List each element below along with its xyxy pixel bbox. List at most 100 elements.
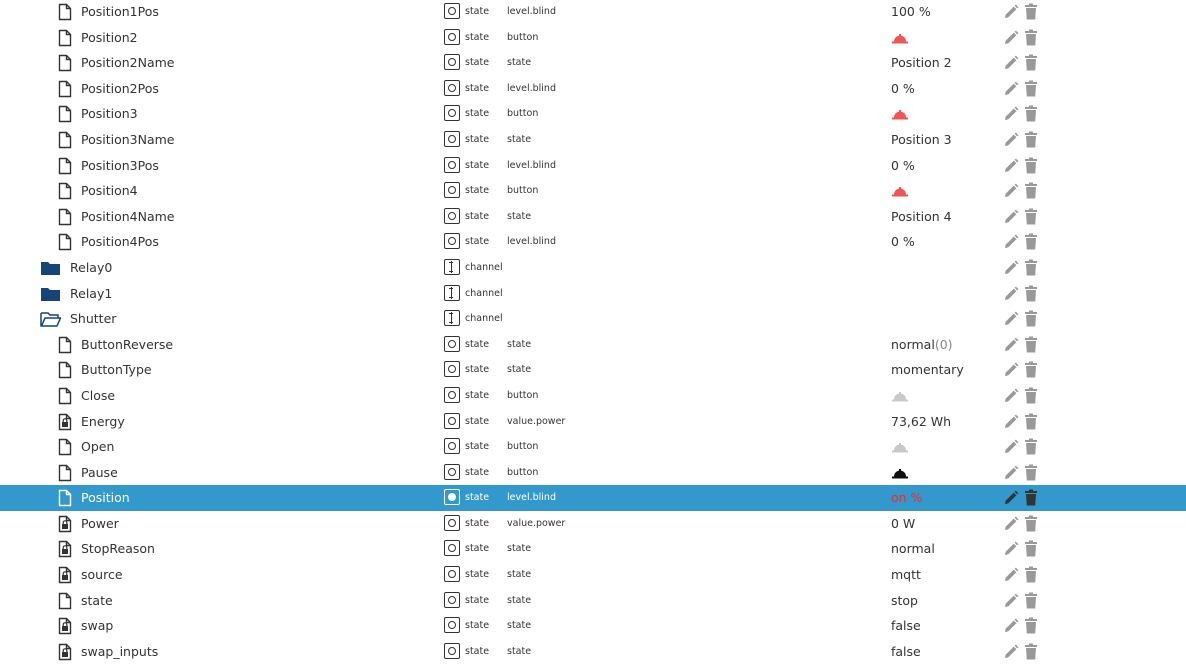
pencil-icon[interactable] xyxy=(1003,439,1019,455)
tree-state-row[interactable]: Energy state value.power 73,62 Wh xyxy=(0,409,1186,435)
trash-icon[interactable] xyxy=(1024,208,1038,225)
trash-icon[interactable] xyxy=(1024,259,1038,276)
object-value[interactable]: normal(0) xyxy=(891,337,953,352)
tree-state-row[interactable]: Open state button xyxy=(0,434,1186,460)
trash-icon[interactable] xyxy=(1024,310,1038,327)
pencil-icon[interactable] xyxy=(1003,209,1019,225)
object-value[interactable]: momentary xyxy=(891,362,964,377)
tree-state-row[interactable]: Position state level.blind on % xyxy=(0,485,1186,511)
trash-icon[interactable] xyxy=(1024,80,1038,97)
object-value[interactable]: 0 % xyxy=(891,234,915,249)
tree-state-row[interactable]: swap_inputs state state false xyxy=(0,639,1186,664)
tree-state-row[interactable]: Close state button xyxy=(0,383,1186,409)
pencil-icon[interactable] xyxy=(1003,567,1019,583)
tree-state-row[interactable]: Position4Pos state level.blind 0 % xyxy=(0,229,1186,255)
object-value[interactable]: 0 % xyxy=(891,81,915,96)
trash-icon[interactable] xyxy=(1024,233,1038,250)
trash-icon[interactable] xyxy=(1024,566,1038,583)
pencil-icon[interactable] xyxy=(1003,516,1019,532)
object-value[interactable]: 0 W xyxy=(891,516,915,531)
tree-state-row[interactable]: ButtonReverse state state normal(0) xyxy=(0,332,1186,358)
trash-icon[interactable] xyxy=(1024,157,1038,174)
pencil-icon[interactable] xyxy=(1003,490,1019,506)
trash-icon[interactable] xyxy=(1024,105,1038,122)
tree-folder-row[interactable]: Shutter channel xyxy=(0,306,1186,332)
trash-icon[interactable] xyxy=(1024,540,1038,557)
tree-state-row[interactable]: Position3 state button xyxy=(0,101,1186,127)
tree-state-row[interactable]: Position4Name state state Position 4 xyxy=(0,204,1186,230)
pencil-icon[interactable] xyxy=(1003,618,1019,634)
trash-icon[interactable] xyxy=(1024,387,1038,404)
pencil-icon[interactable] xyxy=(1003,81,1019,97)
tree-state-row[interactable]: ButtonType state state momentary xyxy=(0,357,1186,383)
pencil-icon[interactable] xyxy=(1003,541,1019,557)
object-value[interactable]: 0 % xyxy=(891,158,915,173)
tree-folder-row[interactable]: Relay0 channel xyxy=(0,255,1186,281)
trash-icon[interactable] xyxy=(1024,643,1038,660)
pencil-icon[interactable] xyxy=(1003,311,1019,327)
folder-icon[interactable] xyxy=(40,259,61,277)
tree-state-row[interactable]: Position2 state button xyxy=(0,25,1186,51)
trash-icon[interactable] xyxy=(1024,131,1038,148)
object-value[interactable]: false xyxy=(891,618,921,633)
tree-state-row[interactable]: Position4 state button xyxy=(0,178,1186,204)
tree-state-row[interactable]: state state state stop xyxy=(0,588,1186,614)
trash-icon[interactable] xyxy=(1024,617,1038,634)
trash-icon[interactable] xyxy=(1024,413,1038,430)
trash-icon[interactable] xyxy=(1024,54,1038,71)
trash-icon[interactable] xyxy=(1024,182,1038,199)
trash-icon[interactable] xyxy=(1024,336,1038,353)
pencil-icon[interactable] xyxy=(1003,593,1019,609)
trash-icon[interactable] xyxy=(1024,464,1038,481)
object-value[interactable]: Position 3 xyxy=(891,132,952,147)
trash-icon[interactable] xyxy=(1024,489,1038,506)
object-value[interactable]: Position 2 xyxy=(891,55,952,70)
pencil-icon[interactable] xyxy=(1003,644,1019,660)
tree-state-row[interactable]: Position1Pos state level.blind 100 % xyxy=(0,0,1186,25)
bell-icon[interactable] xyxy=(891,441,909,453)
bell-icon[interactable] xyxy=(891,467,909,479)
trash-icon[interactable] xyxy=(1024,29,1038,46)
tree-state-row[interactable]: Position2Pos state level.blind 0 % xyxy=(0,76,1186,102)
trash-icon[interactable] xyxy=(1024,438,1038,455)
pencil-icon[interactable] xyxy=(1003,260,1019,276)
object-value[interactable]: stop xyxy=(891,593,918,608)
folder-icon[interactable] xyxy=(40,285,61,303)
object-value[interactable]: mqtt xyxy=(891,567,921,582)
pencil-icon[interactable] xyxy=(1003,362,1019,378)
object-value[interactable]: 100 % xyxy=(891,4,931,19)
tree-state-row[interactable]: source state state mqtt xyxy=(0,562,1186,588)
pencil-icon[interactable] xyxy=(1003,414,1019,430)
object-value[interactable]: false xyxy=(891,644,921,659)
tree-state-row[interactable]: Pause state button xyxy=(0,460,1186,486)
bell-icon[interactable] xyxy=(891,108,909,120)
pencil-icon[interactable] xyxy=(1003,30,1019,46)
pencil-icon[interactable] xyxy=(1003,337,1019,353)
tree-state-row[interactable]: Position2Name state state Position 2 xyxy=(0,50,1186,76)
tree-state-row[interactable]: Power state value.power 0 W xyxy=(0,511,1186,537)
bell-icon[interactable] xyxy=(891,185,909,197)
object-value[interactable]: 73,62 Wh xyxy=(891,414,951,429)
pencil-icon[interactable] xyxy=(1003,183,1019,199)
pencil-icon[interactable] xyxy=(1003,234,1019,250)
object-value[interactable]: on % xyxy=(891,490,922,505)
pencil-icon[interactable] xyxy=(1003,132,1019,148)
object-value[interactable]: Position 4 xyxy=(891,209,952,224)
tree-state-row[interactable]: StopReason state state normal xyxy=(0,536,1186,562)
tree-folder-row[interactable]: Relay1 channel xyxy=(0,281,1186,307)
trash-icon[interactable] xyxy=(1024,285,1038,302)
pencil-icon[interactable] xyxy=(1003,286,1019,302)
bell-icon[interactable] xyxy=(891,32,909,44)
pencil-icon[interactable] xyxy=(1003,106,1019,122)
object-value[interactable]: normal xyxy=(891,541,935,556)
bell-icon[interactable] xyxy=(891,390,909,402)
pencil-icon[interactable] xyxy=(1003,158,1019,174)
folder-open-icon[interactable] xyxy=(40,310,61,328)
tree-state-row[interactable]: Position3Name state state Position 3 xyxy=(0,127,1186,153)
trash-icon[interactable] xyxy=(1024,3,1038,20)
tree-state-row[interactable]: swap state state false xyxy=(0,613,1186,639)
trash-icon[interactable] xyxy=(1024,592,1038,609)
trash-icon[interactable] xyxy=(1024,361,1038,378)
trash-icon[interactable] xyxy=(1024,515,1038,532)
pencil-icon[interactable] xyxy=(1003,388,1019,404)
